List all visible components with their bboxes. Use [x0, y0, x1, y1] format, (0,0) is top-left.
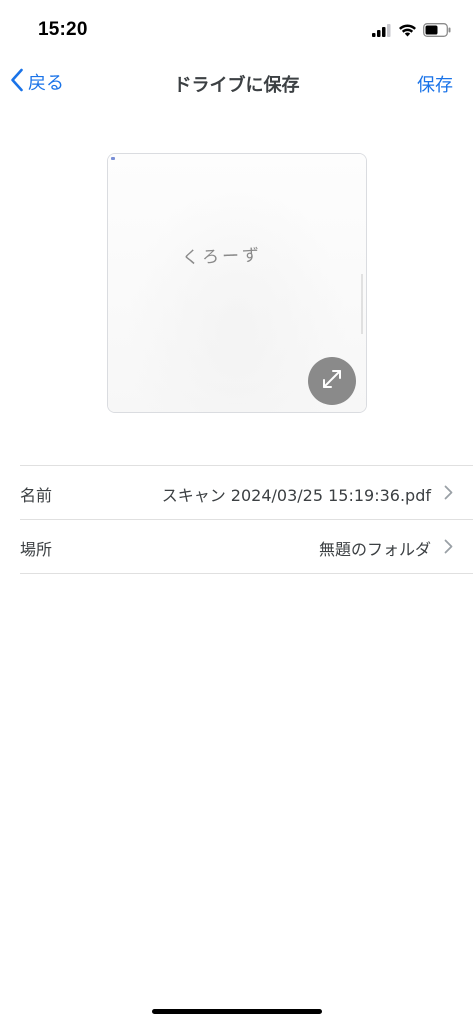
status-bar: 15:20: [0, 0, 473, 56]
home-indicator[interactable]: [152, 1009, 322, 1014]
save-options-list: 名前 スキャン 2024/03/25 15:19:36.pdf 場所 無題のフォ…: [0, 465, 473, 574]
cellular-signal-icon: [372, 22, 392, 41]
location-value: 無題のフォルダ: [318, 540, 431, 559]
scan-artifact: [361, 274, 363, 334]
name-row[interactable]: 名前 スキャン 2024/03/25 15:19:36.pdf: [20, 465, 473, 519]
location-label: 場所: [20, 540, 53, 559]
chevron-right-icon: [444, 485, 453, 504]
navigation-bar: 戻る ドライブに保存 保存: [0, 62, 473, 106]
name-label: 名前: [20, 486, 53, 505]
handwritten-text: くろーず: [181, 245, 263, 269]
scan-mark: [111, 157, 115, 160]
expand-preview-button[interactable]: [308, 357, 356, 405]
page-title: ドライブに保存: [173, 75, 300, 96]
save-button[interactable]: 保存: [417, 71, 453, 97]
status-time: 15:20: [38, 19, 88, 40]
wifi-icon: [398, 22, 417, 41]
expand-icon: [321, 368, 343, 394]
battery-icon: [423, 22, 451, 41]
chevron-right-icon: [444, 539, 453, 558]
name-value: スキャン 2024/03/25 15:19:36.pdf: [161, 486, 431, 505]
status-icons: [372, 22, 451, 41]
location-row[interactable]: 場所 無題のフォルダ: [20, 519, 473, 574]
